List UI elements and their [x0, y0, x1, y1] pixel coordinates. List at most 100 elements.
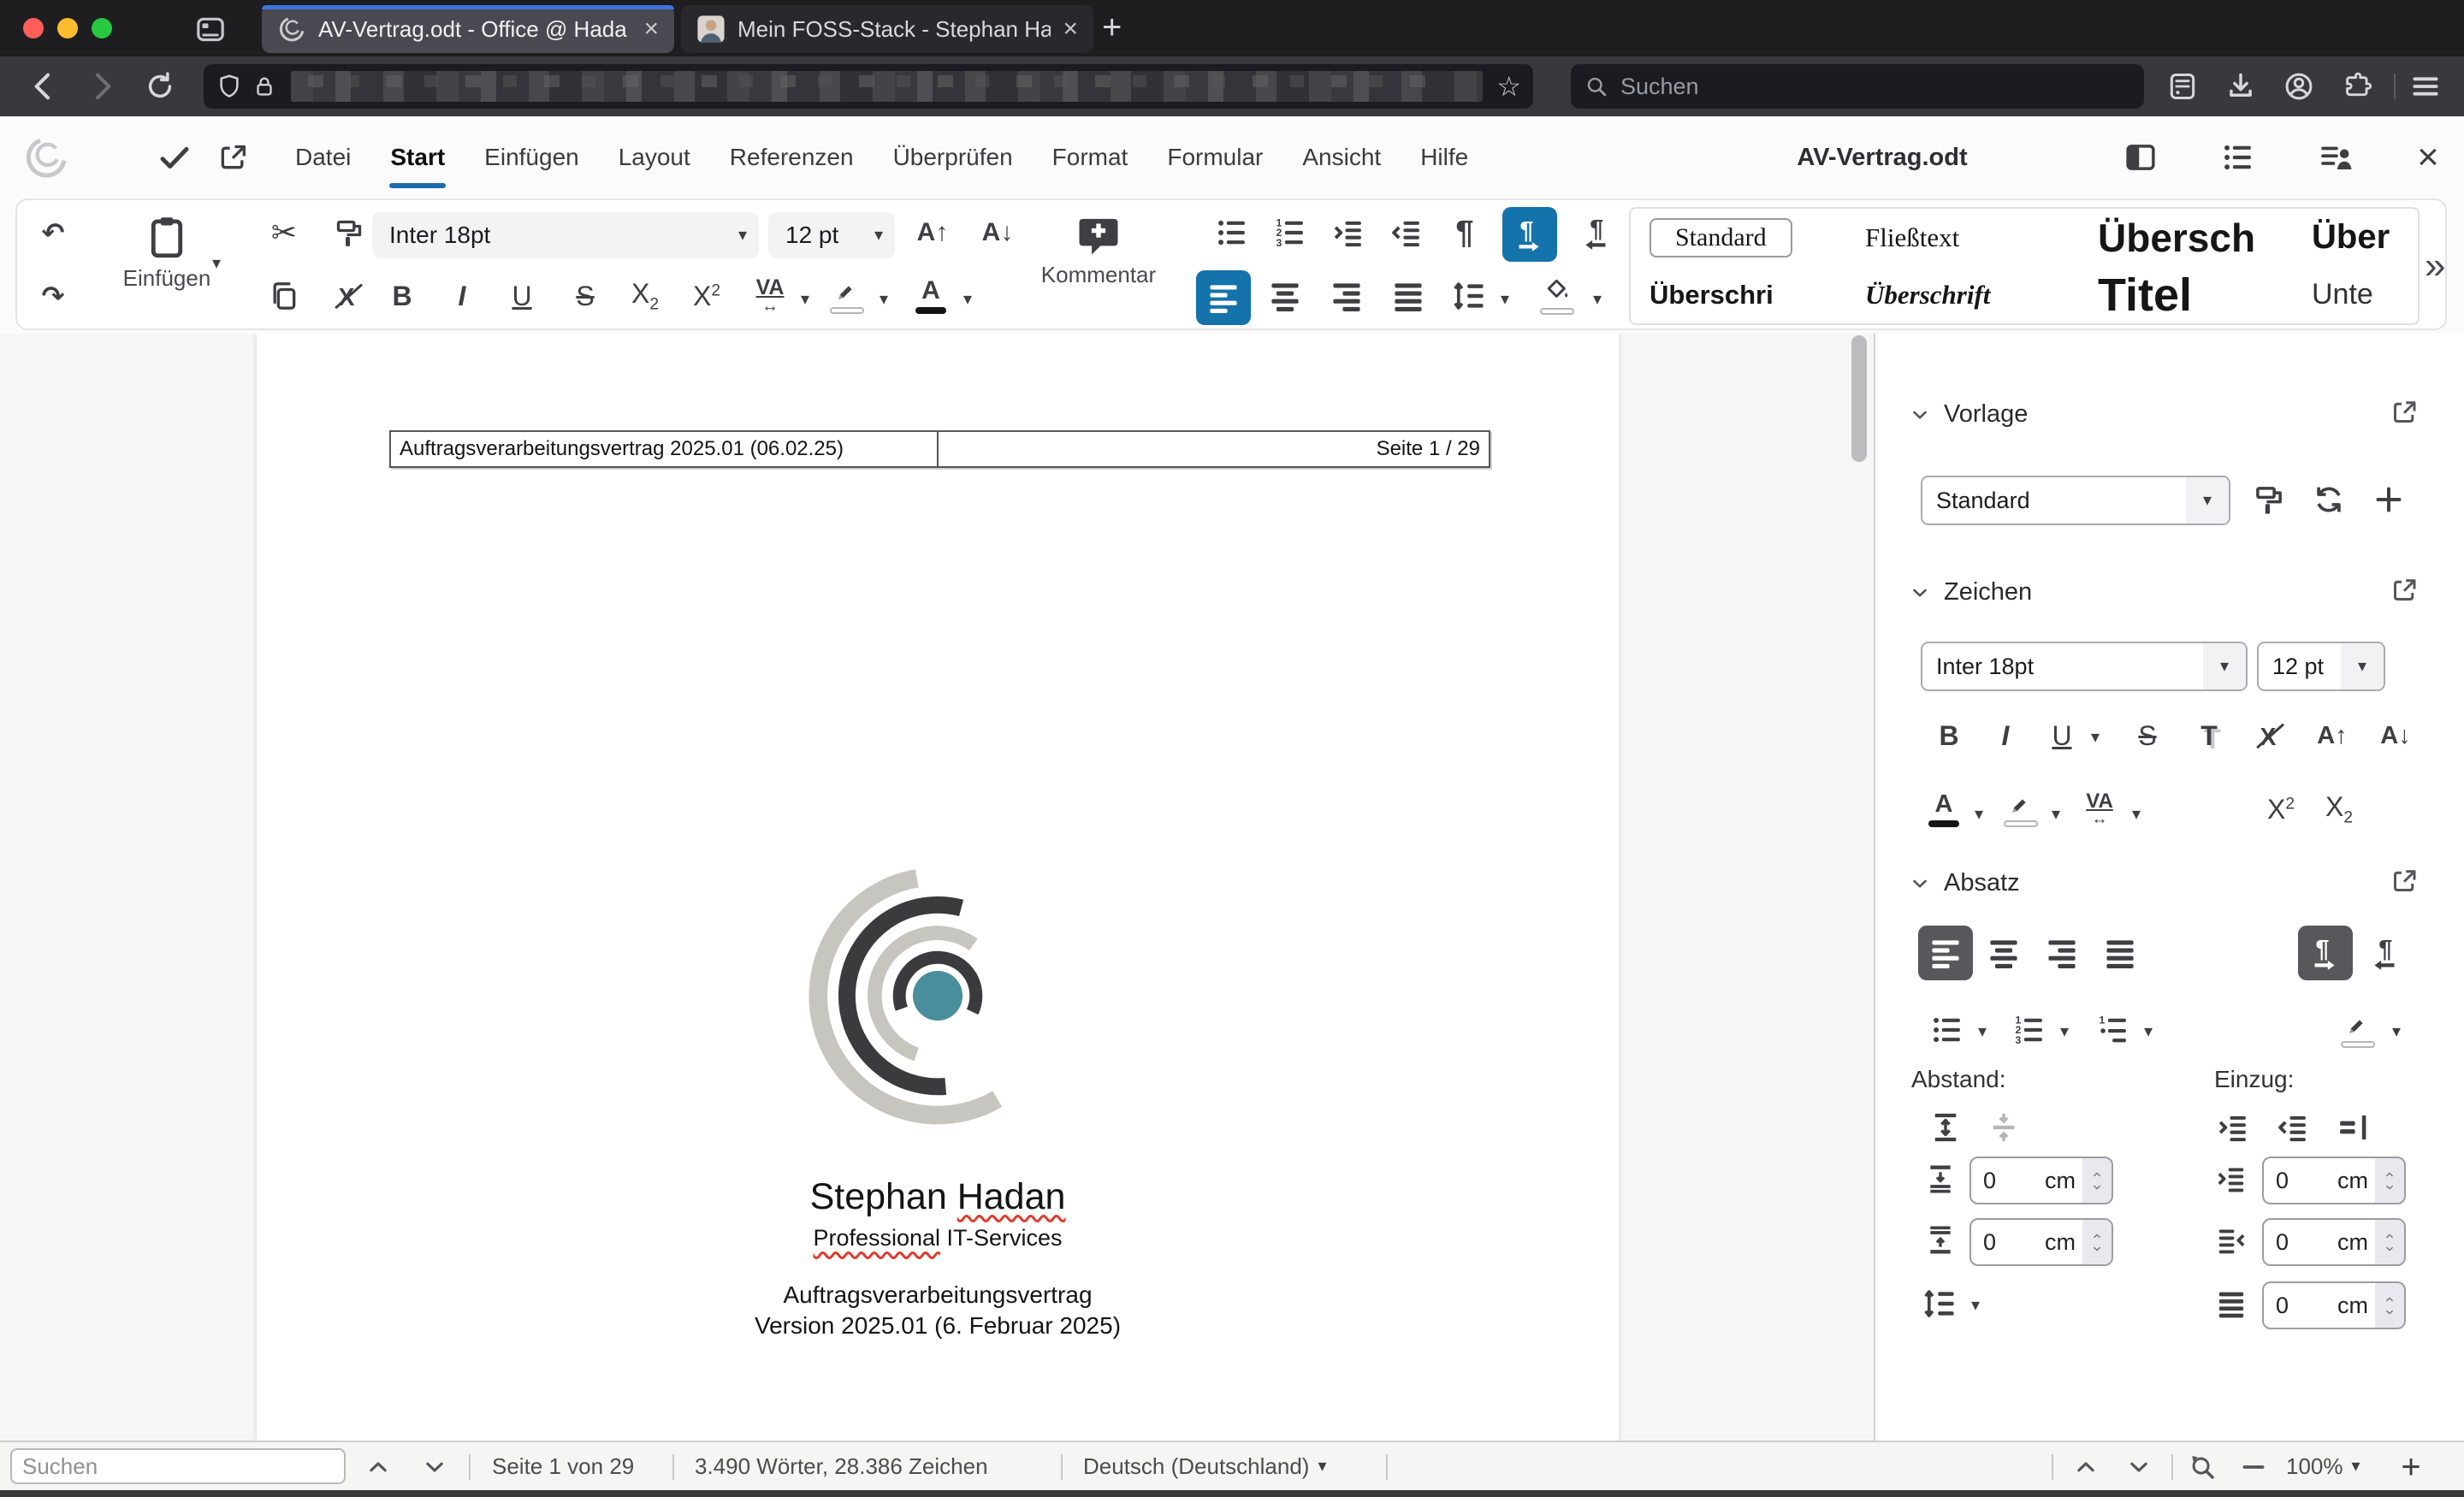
font-name-combobox[interactable]: Inter 18pt ▾ — [372, 212, 759, 258]
chevron-down-icon[interactable]: ▾ — [1978, 1023, 1987, 1040]
font-size-combobox[interactable]: 12 pt ▾ — [768, 212, 895, 258]
back-button[interactable] — [24, 67, 63, 106]
menu-referenzen[interactable]: Referenzen — [710, 116, 874, 198]
search-previous-button[interactable] — [359, 1449, 397, 1485]
zoom-in-button[interactable]: + — [2392, 1448, 2430, 1486]
strikethrough-button[interactable]: S — [561, 272, 609, 320]
align-left-button[interactable] — [1196, 270, 1251, 325]
sidebar-italic-button[interactable]: I — [1981, 713, 2029, 758]
style-titel[interactable]: Titel — [2086, 269, 2300, 322]
lock-icon[interactable] — [252, 74, 277, 99]
sidebar-tabs-button[interactable] — [2163, 67, 2202, 106]
resolved-comments-button[interactable] — [2315, 137, 2356, 178]
browser-search-input[interactable] — [1618, 72, 2130, 101]
sidebar-shrink-font-button[interactable]: A↓ — [2372, 713, 2420, 758]
sidebar-highlight-button[interactable] — [1997, 787, 2045, 831]
redo-button[interactable]: ↷ — [29, 272, 77, 320]
sidebar-line-spacing-button[interactable] — [1916, 1281, 1964, 1326]
reload-button[interactable] — [140, 67, 180, 106]
sidebar-ltr-button[interactable] — [2298, 926, 2353, 980]
increase-spacing-button[interactable] — [1922, 1105, 1969, 1150]
style-ueberschrift-1[interactable]: Übersch — [2086, 215, 2300, 261]
tab-close-icon[interactable]: × — [643, 16, 659, 42]
menu-ansicht[interactable]: Ansicht — [1282, 116, 1401, 198]
new-style-button[interactable] — [2365, 477, 2413, 522]
word-count-status[interactable]: 3.490 Wörter, 28.386 Zeichen — [695, 1442, 988, 1490]
tab-av-vertrag[interactable]: AV-Vertrag.odt - Office @ Hada × — [262, 5, 674, 53]
zoom-reset-button[interactable] — [2183, 1449, 2221, 1485]
previous-page-button[interactable] — [2067, 1449, 2105, 1485]
indent-after-field[interactable]: 0 cm — [2262, 1218, 2406, 1266]
downloads-button[interactable] — [2221, 67, 2260, 106]
paragraph-background-button[interactable] — [1533, 272, 1581, 320]
shadow-button[interactable]: T — [2185, 713, 2233, 758]
chevron-down-icon[interactable]: ▾ — [1975, 806, 1983, 823]
toggle-sidebar-button[interactable] — [2120, 137, 2161, 178]
menu-start[interactable]: Start — [370, 116, 465, 198]
new-tab-button[interactable]: + — [1102, 9, 1122, 47]
tab-foss-stack[interactable]: Mein FOSS-Stack - Stephan Ha × — [681, 5, 1093, 53]
style-ueberschrift-3[interactable]: Überschri — [1638, 280, 1853, 311]
chevron-down-icon[interactable]: ▾ — [2091, 729, 2100, 746]
insert-comment-button[interactable]: Kommentar — [1025, 205, 1172, 325]
document-page[interactable]: Auftragsverarbeitungsvertrag 2025.01 (06… — [257, 334, 1619, 1441]
sidebar-font-size-combobox[interactable]: 12 pt ▾ — [2257, 642, 2385, 691]
italic-button[interactable]: I — [438, 272, 486, 320]
extensions-button[interactable] — [2337, 67, 2377, 106]
sidebar-superscript-button[interactable]: X2 — [2257, 787, 2305, 831]
sidebar-character-spacing-button[interactable]: VA ↔ — [2076, 787, 2123, 831]
paragraph-ltr-button[interactable] — [1502, 207, 1557, 262]
style-ueberschrift-4[interactable]: Überschrift — [1853, 280, 2086, 311]
vorlage-detach-button[interactable] — [2389, 397, 2423, 431]
menu-ueberpruefen[interactable]: Überprüfen — [874, 116, 1033, 198]
sidebar-paragraph-background-button[interactable] — [2334, 1008, 2382, 1052]
firefox-view-button[interactable] — [192, 10, 229, 48]
sidebar-bullet-list-button[interactable] — [1923, 1008, 1971, 1052]
sidebar-subscript-button[interactable]: X2 — [2315, 787, 2363, 831]
character-spacing-button[interactable]: VA ↔ — [743, 272, 797, 320]
refresh-style-button[interactable] — [2305, 477, 2353, 522]
superscript-button[interactable]: X2 — [683, 272, 731, 320]
shrink-font-button[interactable]: A↓ — [974, 209, 1022, 257]
close-document-button[interactable]: × — [2408, 136, 2449, 178]
shield-icon[interactable] — [216, 73, 243, 100]
spinner-buttons[interactable] — [2082, 1220, 2112, 1264]
menu-formular[interactable]: Formular — [1147, 116, 1282, 198]
tab-close-icon[interactable]: × — [1063, 16, 1078, 42]
decrease-indent-button[interactable] — [1383, 209, 1430, 257]
chevron-down-icon[interactable]: ▾ — [2052, 806, 2060, 823]
browser-search-bar[interactable] — [1571, 64, 2144, 109]
justify-button[interactable] — [1384, 272, 1432, 320]
table-of-contents-button[interactable] — [2218, 137, 2259, 178]
hanging-indent-button[interactable] — [2329, 1105, 2377, 1150]
macos-minimize-button[interactable] — [57, 18, 78, 38]
copy-button[interactable] — [260, 272, 308, 320]
chevron-down-icon[interactable]: ▾ — [2144, 1023, 2153, 1040]
zoom-level[interactable]: 100% ▾ — [2286, 1442, 2360, 1490]
sidebar-decrease-indent-button[interactable] — [2269, 1105, 2317, 1150]
sidebar-justify-button[interactable] — [2096, 931, 2144, 975]
chevron-down-icon[interactable]: ▾ — [2060, 1023, 2069, 1040]
align-right-button[interactable] — [1323, 272, 1371, 320]
formatting-marks-button[interactable]: ¶ — [1441, 209, 1489, 257]
first-line-indent-field[interactable]: 0 cm — [2262, 1281, 2406, 1329]
paste-dropdown-icon[interactable]: ▾ — [212, 255, 221, 272]
spinner-buttons[interactable] — [2082, 1158, 2112, 1203]
highlight-color-button[interactable] — [823, 272, 871, 320]
account-button[interactable] — [2279, 67, 2319, 106]
zoom-out-button[interactable] — [2235, 1449, 2272, 1485]
absatz-section-header[interactable]: Absatz — [1910, 869, 2020, 897]
sidebar-strikethrough-button[interactable]: S — [2123, 713, 2171, 758]
macos-zoom-button[interactable] — [92, 18, 112, 38]
more-styles-button[interactable]: » — [2425, 200, 2445, 332]
chevron-down-icon[interactable]: ▾ — [1971, 1297, 1980, 1314]
zeichen-section-header[interactable]: Zeichen — [1910, 578, 2032, 606]
chevron-down-icon[interactable]: ▾ — [963, 291, 972, 308]
chevron-down-icon[interactable]: ▾ — [880, 291, 888, 308]
font-color-button[interactable]: A — [907, 272, 955, 320]
bold-button[interactable]: B — [378, 272, 426, 320]
zeichen-detach-button[interactable] — [2389, 575, 2423, 609]
page-count-status[interactable]: Seite 1 von 29 — [492, 1442, 634, 1490]
chevron-down-icon[interactable]: ▾ — [801, 291, 809, 308]
spinner-buttons[interactable] — [2375, 1220, 2404, 1264]
